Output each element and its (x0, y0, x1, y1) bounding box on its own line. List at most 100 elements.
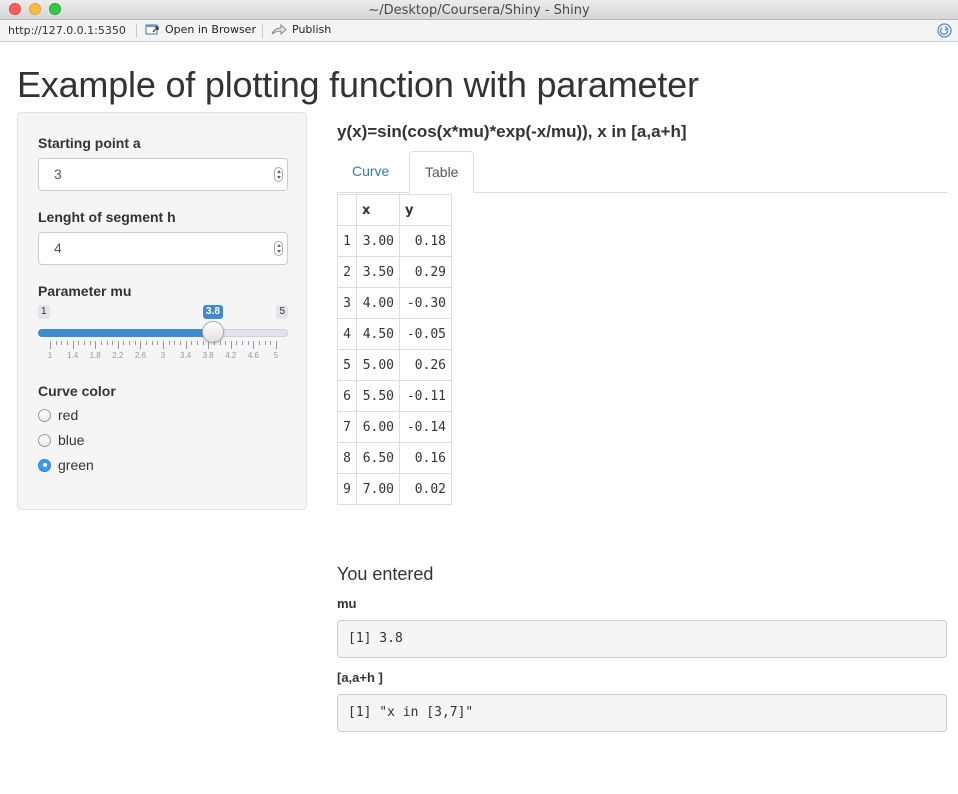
publish-button[interactable]: Publish (271, 23, 331, 36)
minor-tick (196, 341, 198, 345)
major-tick (140, 341, 142, 349)
table-cell: 5.00 (356, 349, 400, 381)
slider-value-badge: 3.8 (203, 305, 223, 319)
table-row: 2 3.50 0.29 (337, 256, 452, 288)
minor-tick (55, 341, 57, 345)
table-cell: -0.30 (399, 287, 452, 319)
major-tick (50, 341, 51, 349)
radio-blue[interactable]: blue (38, 432, 84, 448)
minor-tick (129, 341, 131, 345)
table-cell: 5 (337, 349, 357, 381)
tick-label: 2.6 (134, 351, 146, 360)
minor-tick (78, 341, 80, 345)
minor-tick (66, 341, 68, 345)
open-in-browser-button[interactable]: Open in Browser (145, 23, 256, 36)
tab-table[interactable]: Table (409, 151, 475, 193)
segment-length-label: Lenght of segment h (38, 209, 176, 225)
tick-label: 3.4 (180, 351, 192, 360)
starting-point-input[interactable]: 3 (38, 158, 288, 191)
radio-label: red (58, 407, 79, 423)
minor-tick (146, 341, 148, 345)
minor-tick (106, 341, 108, 345)
page-title: Example of plotting function with parame… (17, 64, 699, 105)
slider-ticks (38, 341, 288, 349)
minor-tick (191, 341, 193, 345)
major-tick (72, 341, 74, 349)
table-cell: 6.50 (356, 442, 400, 474)
table-cell: -0.14 (399, 411, 452, 443)
function-heading: y(x)=sin(cos(x*mu)*exp(-x/mu)), x in [a,… (337, 122, 687, 141)
minor-tick (89, 341, 91, 345)
radio-green[interactable]: green (38, 457, 94, 473)
slider-min-badge: 1 (38, 305, 50, 319)
mu-slider[interactable]: 1 5 3.8 1 1.4 1.8 2.2 2.6 3 3.4 3.8 4.2 4.6 5 (38, 305, 288, 365)
radio-label: green (58, 457, 94, 473)
segment-length-input[interactable]: 4 (38, 232, 288, 265)
you-entered-heading: You entered (337, 564, 434, 584)
major-tick (253, 341, 255, 349)
minor-tick (264, 341, 266, 345)
mu-output-heading: mu (337, 596, 357, 611)
mu-output-box: [1] 3.8 (337, 620, 947, 658)
tick-label: 1.8 (89, 351, 101, 360)
minor-tick (83, 341, 85, 345)
url-text[interactable]: http://127.0.0.1:5350 (8, 24, 126, 37)
table-cell: -0.05 (399, 318, 452, 350)
minor-tick (202, 341, 204, 345)
mu-slider-label: Parameter mu (38, 283, 132, 299)
slider-max-badge: 5 (276, 305, 288, 319)
table-cell: 3 (337, 287, 357, 319)
open-in-browser-label: Open in Browser (165, 23, 256, 36)
table-cell: 0.26 (399, 349, 452, 381)
tick-label: 1.4 (67, 351, 79, 360)
table-cell: 6.00 (356, 411, 400, 443)
table-row: 9 7.00 0.02 (337, 473, 452, 505)
table-cell: 3.50 (356, 256, 400, 288)
table-cell: 0.29 (399, 256, 452, 288)
radio-button-icon[interactable] (38, 458, 51, 472)
table-cell: 0.02 (399, 473, 452, 505)
radio-button-icon[interactable] (38, 408, 51, 422)
slider-handle[interactable] (202, 321, 224, 343)
table-row: 5 5.00 0.26 (337, 349, 452, 381)
table-row: 1 3.00 0.18 (337, 225, 452, 257)
minor-tick (242, 341, 244, 345)
minor-tick (157, 341, 159, 345)
tab-curve[interactable]: Curve (337, 151, 404, 193)
table-cell: 7.00 (356, 473, 400, 505)
table-cell: 9 (337, 473, 357, 505)
major-tick (230, 341, 232, 349)
minor-tick (236, 341, 238, 345)
major-tick (95, 341, 97, 349)
minor-tick (270, 341, 272, 345)
table-cell: -0.11 (399, 380, 452, 412)
major-tick (185, 341, 187, 349)
minor-tick (61, 341, 63, 345)
publish-label: Publish (292, 23, 332, 36)
major-tick (117, 341, 119, 349)
table-cell: 4.00 (356, 287, 400, 319)
table-row: 3 4.00 -0.30 (337, 287, 452, 319)
minor-tick (179, 341, 181, 345)
app-page: Example of plotting function with parame… (0, 42, 958, 794)
tick-label: 3 (160, 351, 166, 360)
toolbar-separator (136, 24, 137, 38)
minor-tick (123, 341, 125, 345)
refresh-icon[interactable] (937, 23, 952, 41)
segment-length-spinner-icon[interactable] (274, 241, 283, 256)
radio-button-icon[interactable] (38, 433, 51, 447)
starting-point-label: Starting point a (38, 135, 141, 151)
radio-red[interactable]: red (38, 407, 78, 423)
curve-color-label: Curve color (38, 383, 116, 399)
table-header-cell (337, 194, 357, 226)
window-title: ~/Desktop/Coursera/Shiny - Shiny (368, 3, 590, 18)
table-row: 6 5.50 -0.11 (337, 380, 452, 412)
table-cell: 1 (337, 225, 357, 257)
starting-point-spinner-icon[interactable] (274, 167, 283, 182)
window-titlebar: ~/Desktop/Coursera/Shiny - Shiny (0, 0, 958, 20)
table-cell: 8 (337, 442, 357, 474)
table-cell: 0.16 (399, 442, 452, 474)
table-row: 8 6.50 0.16 (337, 442, 452, 474)
output-tabs: Curve Table (337, 151, 947, 193)
minor-tick (134, 341, 136, 345)
